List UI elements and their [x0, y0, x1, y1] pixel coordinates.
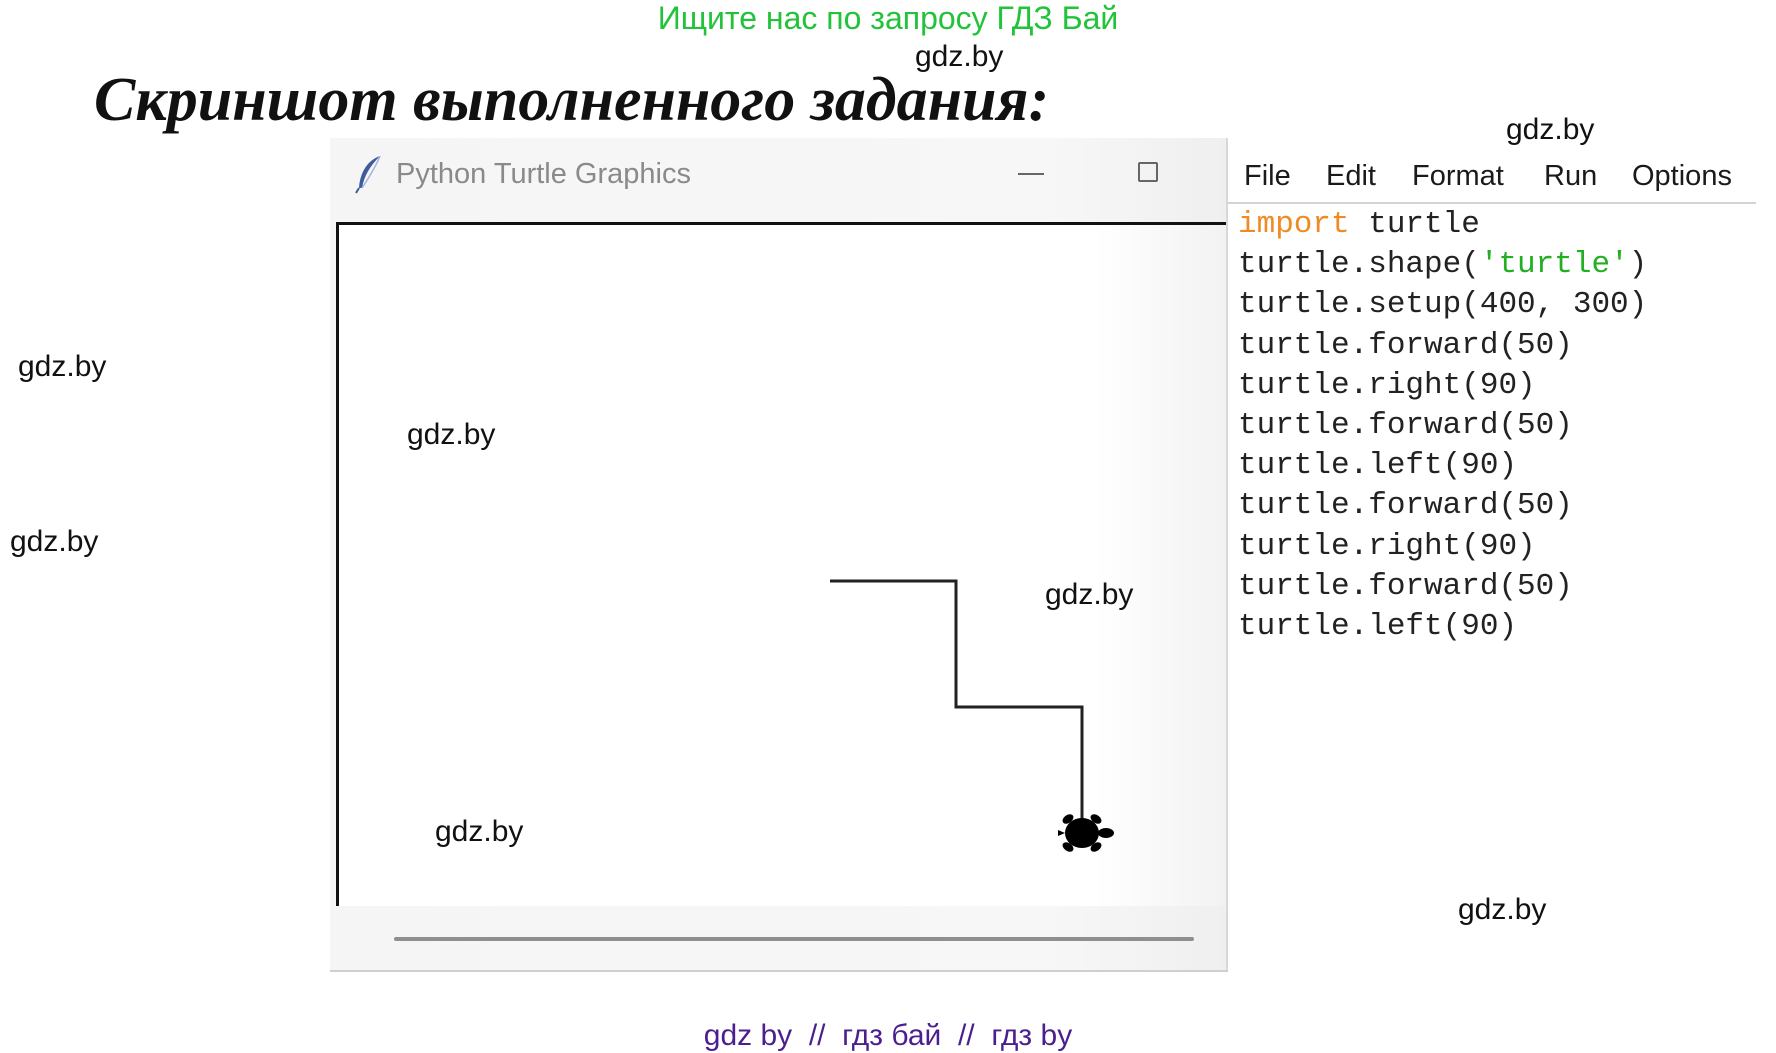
window-titlebar[interactable]: Python Turtle Graphics	[330, 138, 1228, 210]
promo-footer[interactable]: gdz by // гдз бай // гдз by	[0, 1018, 1776, 1053]
code-line: turtle.forward(50)	[1238, 327, 1573, 363]
watermark: gdz.by	[1045, 578, 1134, 611]
minimize-icon[interactable]	[1018, 173, 1044, 175]
horizontal-scrollbar[interactable]	[394, 937, 1194, 941]
code-keyword: import	[1238, 207, 1350, 242]
code-line: turtle.forward(50)	[1238, 408, 1573, 444]
menu-file[interactable]: File	[1244, 156, 1291, 196]
code-text: turtle.shape(	[1238, 247, 1480, 283]
code-line: turtle.right(90)	[1238, 528, 1536, 564]
menu-run[interactable]: Run	[1544, 156, 1597, 196]
code-string: 'turtle'	[1479, 247, 1629, 283]
turtle-path	[830, 579, 1084, 823]
editor-divider	[1226, 138, 1228, 970]
page-heading: Скриншот выполненного задания:	[94, 66, 1050, 134]
code-line: turtle.left(90)	[1238, 448, 1518, 484]
watermark: gdz.by	[1506, 113, 1595, 146]
menu-options[interactable]: Options	[1632, 156, 1732, 196]
code-text: )	[1628, 247, 1648, 283]
watermark: gdz.by	[407, 418, 496, 451]
watermark: gdz.by	[1458, 893, 1547, 926]
watermark: gdz.by	[10, 525, 99, 558]
code-line: turtle.right(90)	[1238, 367, 1536, 403]
code-editor[interactable]: import turtle turtle.shape('turtle') tur…	[1238, 205, 1647, 647]
promo-banner[interactable]: Ищите нас по запросу ГДЗ Бай	[0, 0, 1776, 36]
turtle-canvas[interactable]	[336, 222, 1228, 906]
window-title: Python Turtle Graphics	[396, 158, 691, 190]
turtle-drawing	[830, 579, 1114, 852]
feather-icon	[355, 155, 381, 194]
code-line: turtle.forward(50)	[1238, 568, 1573, 604]
editor-menubar: File Edit Format Run Options	[1228, 152, 1756, 204]
code-line: turtle.left(90)	[1238, 609, 1518, 645]
code-text: turtle	[1349, 207, 1480, 242]
turtle-icon	[1058, 814, 1114, 852]
page: Ищите нас по запросу ГДЗ Бай gdz.by gdz.…	[0, 0, 1776, 1053]
maximize-icon[interactable]	[1138, 162, 1158, 182]
menu-edit[interactable]: Edit	[1326, 156, 1376, 196]
watermark: gdz.by	[435, 815, 524, 848]
menu-format[interactable]: Format	[1412, 156, 1504, 196]
code-line: turtle.forward(50)	[1238, 488, 1573, 524]
code-line: turtle.setup(400, 300)	[1238, 287, 1648, 323]
watermark: gdz.by	[18, 350, 107, 383]
